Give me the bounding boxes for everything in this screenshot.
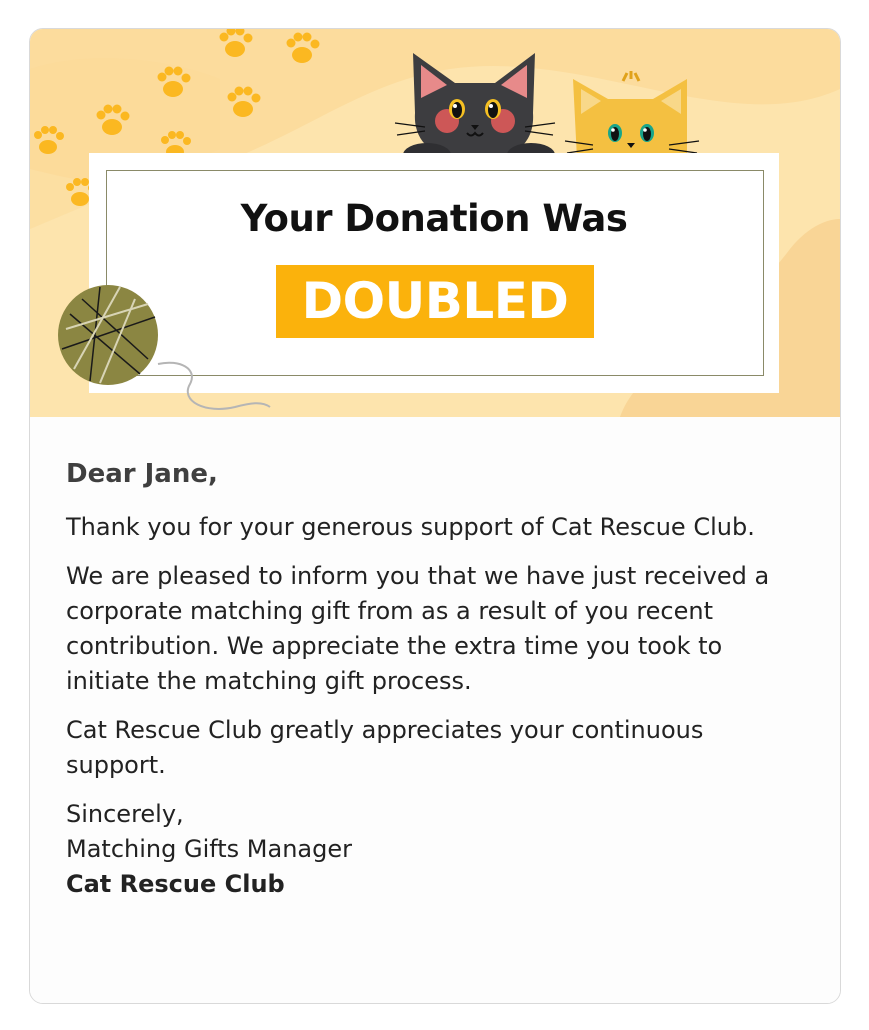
orange-cat-illustration bbox=[564, 71, 700, 159]
paragraph-matching-gift: We are pleased to inform you that we hav… bbox=[66, 562, 770, 695]
letter-body: Dear Jane, Thank you for your generous s… bbox=[30, 417, 840, 1003]
yarn-ball-illustration bbox=[58, 285, 271, 410]
doubled-highlight: DOUBLED bbox=[276, 265, 594, 338]
paragraph-thanks: Thank you for your generous support of C… bbox=[66, 513, 755, 541]
header-banner: Your Donation Was DOUBLED bbox=[30, 29, 840, 417]
greeting: Dear Jane, bbox=[66, 459, 218, 489]
black-cat-illustration bbox=[394, 53, 556, 167]
organization-name: Cat Rescue Club bbox=[66, 870, 285, 898]
closing: Sincerely, bbox=[66, 800, 184, 828]
sender-title: Matching Gifts Manager bbox=[66, 835, 353, 863]
signoff: Sincerely, Matching Gifts Manager Cat Re… bbox=[66, 797, 806, 902]
paragraph-appreciation: Cat Rescue Club greatly appreciates your… bbox=[66, 716, 704, 779]
donation-email-card: Your Donation Was DOUBLED Dear Jane, Tha… bbox=[29, 28, 841, 1004]
